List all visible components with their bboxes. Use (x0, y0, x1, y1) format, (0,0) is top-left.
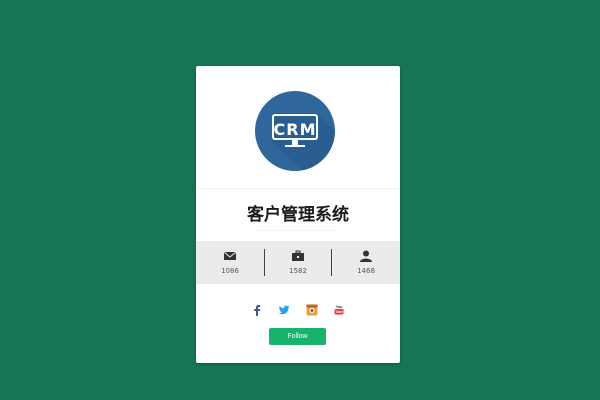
youtube-icon[interactable]: You Tube (333, 304, 345, 316)
svg-text:You: You (335, 305, 342, 309)
stat-value: 1582 (289, 267, 307, 275)
logo-section: CRM (196, 66, 400, 189)
user-icon (360, 250, 372, 262)
stat-messages[interactable]: 1086 (196, 241, 264, 284)
stats-bar: 1086 1582 1468 (196, 241, 400, 284)
page-title: 客户管理系统 (247, 205, 349, 225)
svg-text:Tube: Tube (335, 310, 343, 314)
briefcase-icon (292, 250, 304, 261)
instagram-icon[interactable] (306, 304, 318, 316)
profile-card: CRM 客户管理系统 1086 1582 1468 You Tube Follo… (196, 66, 400, 363)
crm-logo: CRM (255, 91, 335, 171)
stat-users[interactable]: 1468 (332, 241, 400, 284)
mail-icon (223, 251, 237, 260)
social-links: You Tube (196, 299, 400, 316)
logo-text: CRM (273, 120, 317, 139)
stat-projects[interactable]: 1582 (264, 241, 332, 284)
stat-value: 1468 (357, 267, 375, 275)
twitter-icon[interactable] (278, 304, 290, 316)
follow-button[interactable]: Follow (269, 328, 326, 345)
facebook-icon[interactable] (251, 304, 263, 316)
title-divider (258, 230, 338, 231)
stat-value: 1086 (221, 267, 239, 275)
